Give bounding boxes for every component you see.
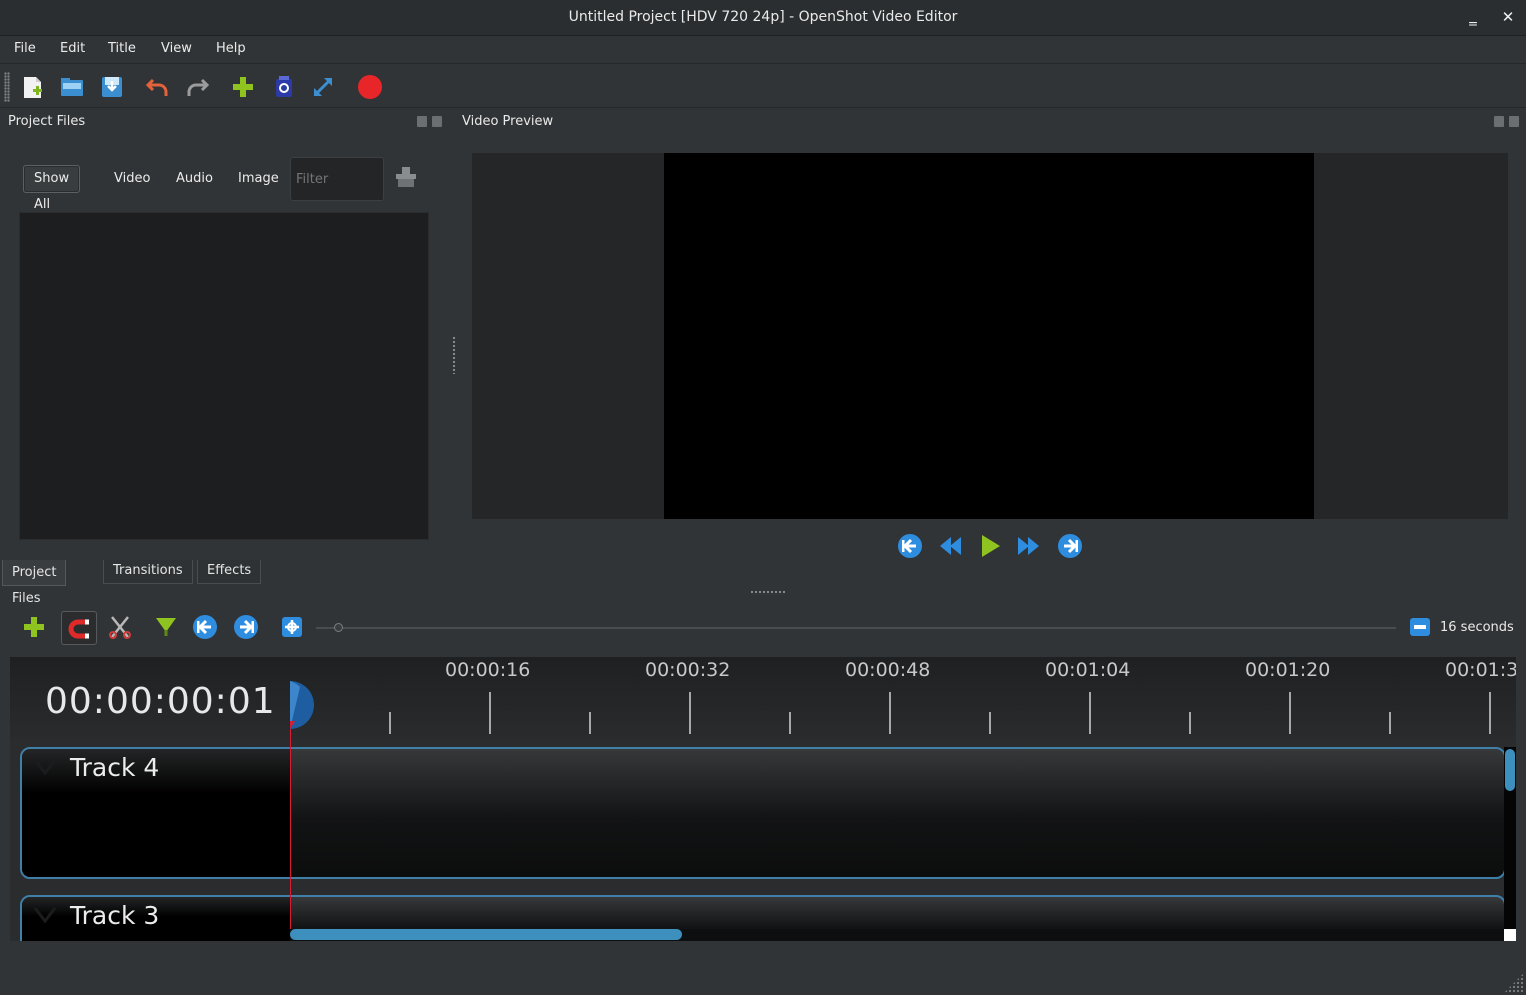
menu-view[interactable]: View (161, 41, 192, 56)
current-time-readout: 00:00:00:01 (45, 681, 276, 722)
playhead-line (290, 717, 291, 931)
jump-to-end-icon[interactable] (1057, 533, 1083, 559)
zoom-fit-icon[interactable] (1409, 617, 1431, 637)
toolbar-grip[interactable] (4, 72, 10, 102)
project-files-title: Project Files (8, 114, 86, 129)
chevron-down-icon[interactable] (32, 757, 58, 777)
window-resize-grip[interactable] (1504, 973, 1524, 993)
main-toolbar (0, 66, 1526, 108)
ruler-tick (789, 712, 791, 734)
track-header[interactable]: Track 3 (22, 897, 290, 941)
track-row[interactable]: Track 4 (20, 747, 1506, 879)
vertical-splitter[interactable] (452, 336, 456, 374)
import-files-icon[interactable] (230, 74, 256, 100)
video-preview-dock-buttons (1494, 115, 1522, 129)
undo-icon[interactable] (145, 74, 171, 100)
ruler-label: 00:01:3 (1445, 659, 1516, 681)
new-project-icon[interactable] (20, 74, 46, 100)
menu-bar: File Edit Title View Help (0, 37, 1526, 64)
fast-forward-icon[interactable] (1016, 533, 1042, 559)
float-icon[interactable] (1494, 116, 1504, 127)
razor-icon[interactable] (107, 614, 133, 640)
choose-profile-icon[interactable] (271, 74, 297, 100)
close-dock-icon[interactable] (1509, 116, 1519, 127)
filter-input[interactable] (291, 158, 383, 200)
close-icon: ✕ (1501, 8, 1515, 26)
open-project-icon[interactable] (59, 74, 85, 100)
ruler-label: 00:01:04 (1045, 659, 1131, 681)
timeline-panel: 00:00:00:01 00:00:16 00:00:32 00:00:48 0… (10, 657, 1516, 941)
zoom-slider-track[interactable] (316, 627, 1396, 629)
jump-to-start-icon[interactable] (897, 533, 923, 559)
center-timeline-icon[interactable] (279, 614, 305, 640)
minimize-button[interactable]: ‗ (1462, 6, 1484, 28)
menu-title[interactable]: Title (108, 41, 136, 56)
ruler-label: 00:00:48 (845, 659, 931, 681)
ruler-tick (989, 712, 991, 734)
filter-video-button[interactable]: Video (104, 165, 160, 193)
ruler-tick (589, 712, 591, 734)
play-icon[interactable] (977, 533, 1003, 559)
ruler-tick (1089, 692, 1091, 734)
menu-help[interactable]: Help (216, 41, 246, 56)
video-preview-area (472, 153, 1508, 519)
timeline-ruler[interactable]: 00:00:00:01 00:00:16 00:00:32 00:00:48 0… (10, 657, 1516, 745)
previous-marker-icon[interactable] (192, 614, 218, 640)
tab-transitions[interactable]: Transitions (103, 560, 193, 584)
clear-filter-icon[interactable] (394, 165, 418, 189)
ruler-label: 00:00:16 (445, 659, 531, 681)
filter-show-all-button[interactable]: Show All (23, 165, 81, 212)
save-project-icon[interactable] (99, 74, 125, 100)
minimize-icon: ‗ (1469, 8, 1477, 26)
ruler-tick (689, 692, 691, 734)
vertical-scrollbar-thumb[interactable] (1505, 749, 1515, 791)
tab-project-files[interactable]: Project Files (2, 560, 67, 606)
ruler-tick (489, 692, 491, 734)
menu-file[interactable]: File (14, 41, 36, 56)
project-files-dock-buttons (417, 115, 445, 129)
track-name: Track 3 (70, 901, 160, 930)
horizontal-scrollbar-thumb[interactable] (290, 929, 682, 940)
ruler-tick (1389, 712, 1391, 734)
video-preview-title: Video Preview (462, 114, 554, 129)
menu-edit[interactable]: Edit (60, 41, 85, 56)
scroll-corner (1504, 929, 1516, 941)
close-button[interactable]: ✕ (1497, 6, 1519, 28)
window-title: Untitled Project [HDV 720 24p] - OpenSho… (568, 9, 958, 25)
export-video-icon[interactable] (357, 74, 383, 100)
ruler-tick (389, 712, 391, 734)
window-titlebar: Untitled Project [HDV 720 24p] - OpenSho… (0, 0, 1526, 36)
ruler-label: 00:01:20 (1245, 659, 1331, 681)
add-marker-icon[interactable] (153, 614, 179, 640)
playhead-handle[interactable] (290, 681, 318, 733)
rewind-icon[interactable] (937, 533, 963, 559)
video-canvas[interactable] (664, 153, 1314, 519)
filter-image-button[interactable]: Image (228, 165, 289, 193)
ruler-label: 00:00:32 (645, 659, 731, 681)
add-track-icon[interactable] (21, 614, 47, 640)
tab-effects[interactable]: Effects (197, 560, 262, 584)
ruler-tick (889, 692, 891, 734)
magnet-icon (68, 619, 89, 639)
fullscreen-icon[interactable] (310, 74, 336, 100)
ruler-tick (1289, 692, 1291, 734)
horizontal-splitter[interactable] (750, 590, 786, 595)
filter-input-wrap (290, 157, 384, 201)
redo-icon[interactable] (184, 74, 210, 100)
float-icon[interactable] (417, 116, 427, 127)
next-marker-icon[interactable] (233, 614, 259, 640)
track-name: Track 4 (70, 753, 160, 782)
ruler-tick (1489, 692, 1491, 734)
zoom-slider-handle[interactable] (334, 623, 343, 632)
close-dock-icon[interactable] (432, 116, 442, 127)
project-files-list[interactable] (19, 212, 429, 540)
snapping-toggle[interactable] (61, 611, 97, 645)
chevron-down-icon[interactable] (32, 905, 58, 925)
filter-audio-button[interactable]: Audio (166, 165, 223, 193)
ruler-tick (1189, 712, 1191, 734)
zoom-label: 16 seconds (1440, 620, 1514, 635)
track-header[interactable]: Track 4 (22, 749, 290, 877)
